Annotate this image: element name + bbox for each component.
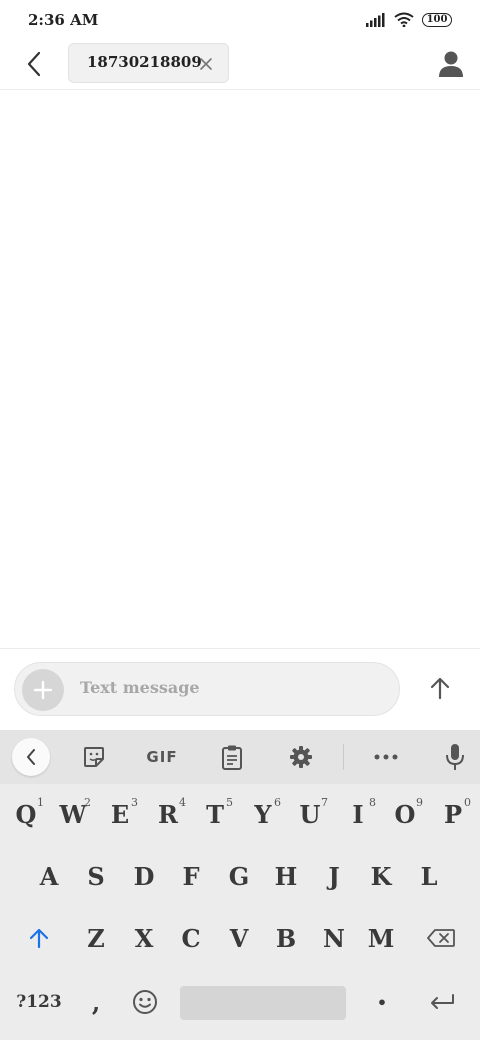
- emoji-icon: [133, 990, 157, 1014]
- key-c[interactable]: C: [173, 918, 209, 958]
- key-g[interactable]: G: [221, 856, 257, 896]
- back-arrow-icon: [27, 51, 41, 77]
- status-icons: 100: [366, 12, 452, 27]
- key-hint: 1: [37, 796, 44, 809]
- message-list[interactable]: [0, 91, 480, 647]
- clipboard-button[interactable]: [218, 743, 246, 771]
- key-j[interactable]: J: [316, 856, 352, 896]
- space-bar[interactable]: [180, 986, 346, 1020]
- gear-icon: [290, 746, 312, 768]
- key-hint: 7: [321, 796, 328, 809]
- key-hint: 2: [84, 796, 91, 809]
- key-hint: 9: [416, 796, 423, 809]
- keyboard-toolbar: GIF: [0, 730, 480, 784]
- key-hint: 5: [226, 796, 233, 809]
- more-button[interactable]: [372, 743, 400, 771]
- key-w[interactable]: W2: [55, 794, 91, 834]
- key-label: R: [158, 799, 178, 829]
- key-label: I: [352, 799, 364, 829]
- key-x[interactable]: X: [126, 918, 162, 958]
- send-button[interactable]: [424, 672, 456, 704]
- key-e[interactable]: E3: [102, 794, 138, 834]
- key-label: O: [394, 799, 416, 829]
- key-u[interactable]: U7: [292, 794, 328, 834]
- gif-button[interactable]: GIF: [144, 743, 180, 771]
- conversation-header: 18730218809: [0, 40, 480, 90]
- wifi-icon: [394, 12, 414, 27]
- key-r[interactable]: R4: [150, 794, 186, 834]
- arrow-up-icon: [430, 677, 450, 700]
- back-button[interactable]: [18, 48, 50, 80]
- key-label: U: [299, 799, 321, 829]
- key-s[interactable]: S: [78, 856, 114, 896]
- key-hint: 4: [179, 796, 186, 809]
- status-time: 2:36 AM: [28, 11, 99, 29]
- key-f[interactable]: F: [173, 856, 209, 896]
- comma-key[interactable]: ,: [78, 982, 114, 1022]
- key-k[interactable]: K: [363, 856, 399, 896]
- key-p[interactable]: P0: [435, 794, 471, 834]
- key-o[interactable]: O9: [387, 794, 423, 834]
- enter-key[interactable]: [422, 982, 462, 1022]
- more-icon: [374, 754, 398, 760]
- key-y[interactable]: Y6: [245, 794, 281, 834]
- key-m[interactable]: M: [363, 918, 399, 958]
- key-label: E: [110, 799, 130, 829]
- key-h[interactable]: H: [268, 856, 304, 896]
- key-hint: 6: [274, 796, 281, 809]
- key-label: T: [206, 799, 224, 829]
- plus-icon: [33, 680, 53, 700]
- shift-arrow-icon: [29, 928, 49, 949]
- key-n[interactable]: N: [316, 918, 352, 958]
- keyboard: G I F Q 1 W 2 E 3 R 4 T 5 Y 6 U 7 I 8 O 9 …: [0, 730, 480, 1040]
- backspace-key[interactable]: [420, 918, 462, 958]
- signal-icon: [366, 12, 385, 27]
- mic-icon: [446, 744, 464, 770]
- key-label: Q: [15, 799, 37, 829]
- message-input[interactable]: Text message: [14, 662, 400, 716]
- close-icon[interactable]: [198, 56, 214, 72]
- key-i[interactable]: I8: [340, 794, 376, 834]
- period-key[interactable]: •: [364, 982, 400, 1022]
- key-v[interactable]: V: [221, 918, 257, 958]
- emoji-key[interactable]: [126, 982, 164, 1022]
- attach-button[interactable]: [22, 669, 64, 711]
- person-icon[interactable]: [438, 50, 464, 78]
- enter-icon: [431, 994, 454, 1009]
- sticker-icon: [84, 747, 104, 767]
- key-l[interactable]: L: [411, 856, 447, 896]
- settings-button[interactable]: [287, 743, 315, 771]
- sticker-button[interactable]: [80, 743, 108, 771]
- key-hint: 0: [464, 796, 471, 809]
- key-b[interactable]: B: [268, 918, 304, 958]
- toolbar-collapse-button[interactable]: [12, 738, 50, 776]
- message-placeholder: Text message: [80, 678, 200, 697]
- clipboard-icon: [222, 745, 242, 770]
- shift-key[interactable]: [18, 918, 60, 958]
- recipient-chip[interactable]: 18730218809: [68, 43, 229, 83]
- key-d[interactable]: D: [126, 856, 162, 896]
- voice-input-button[interactable]: [443, 743, 467, 771]
- key-z[interactable]: Z: [78, 918, 114, 958]
- key-t[interactable]: T5: [197, 794, 233, 834]
- key-label: Y: [254, 799, 272, 829]
- recipient-number: 18730218809: [87, 53, 202, 71]
- symbols-key[interactable]: ?123: [12, 982, 66, 1022]
- chevron-left-icon: [27, 749, 35, 765]
- key-a[interactable]: A: [31, 856, 67, 896]
- key-label: P: [443, 799, 463, 829]
- key-q[interactable]: Q1: [8, 794, 44, 834]
- key-hint: 8: [369, 796, 376, 809]
- status-bar: 2:36 AM 100: [0, 0, 480, 40]
- battery-icon: 100: [422, 12, 452, 27]
- key-label: W: [59, 799, 87, 829]
- key-hint: 3: [131, 796, 138, 809]
- compose-bar: Text message: [0, 648, 480, 730]
- backspace-icon: [427, 929, 455, 947]
- toolbar-divider: [343, 744, 344, 770]
